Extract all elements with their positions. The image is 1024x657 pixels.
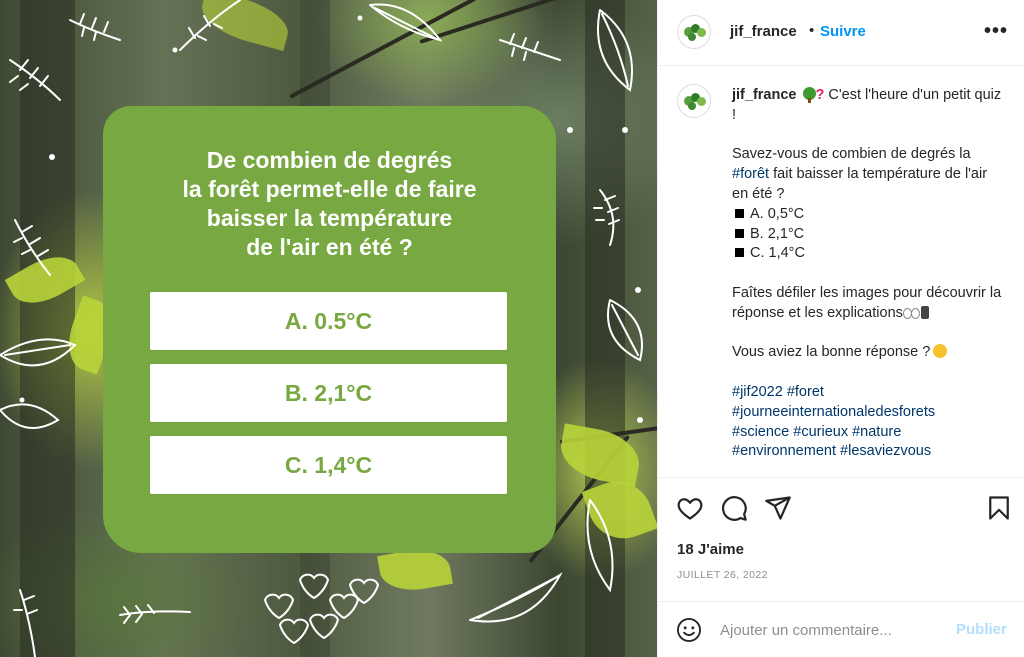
post-caption: jif_france ? C'est l'heure d'un petit qu… — [732, 86, 1002, 462]
bullet-square-icon — [735, 248, 744, 258]
caption-question-start: Savez-vous de combien de degrés la — [732, 146, 971, 163]
caption-option: A. 0,5°C — [750, 205, 805, 222]
hashtag-link[interactable]: #foret — [787, 384, 824, 400]
post-sidebar: jif_france • Suivre ••• jif_france ? C'e… — [657, 0, 1024, 657]
caption-area[interactable]: jif_france ? C'est l'heure d'un petit qu… — [658, 67, 1024, 477]
post-image[interactable]: De combien de degrés la forêt permet-ell… — [0, 0, 657, 657]
phone-emoji-icon — [920, 305, 929, 319]
bullet-square-icon — [735, 208, 744, 218]
avatar[interactable] — [677, 84, 711, 118]
header-separator: • — [809, 22, 815, 39]
question-line: de l'air en été ? — [246, 234, 413, 260]
post-actions: 18 J'aime JUILLET 26, 2022 — [658, 477, 1024, 601]
question-line: De combien de degrés — [206, 147, 453, 173]
hashtag-link[interactable]: #environnement — [732, 443, 836, 459]
bookmark-icon[interactable] — [985, 494, 1013, 522]
caption-question-end: fait baisser la température de l'air en … — [732, 166, 988, 202]
eyes-emoji-icon — [902, 307, 920, 319]
tree-trunk — [20, 0, 75, 657]
caption-username[interactable]: jif_france — [732, 87, 796, 103]
emoji-smiley-icon[interactable] — [676, 617, 702, 643]
comment-input[interactable] — [720, 618, 940, 642]
caption-option: B. 2,1°C — [750, 225, 805, 242]
answer-option-b: B. 2,1°C — [150, 364, 507, 422]
hashtag-link[interactable]: #journeeinternationaledesforets — [732, 404, 935, 420]
avatar[interactable] — [677, 15, 711, 49]
tree-emoji-icon — [802, 87, 816, 103]
hashtag-link[interactable]: #curieux — [793, 424, 848, 440]
more-options-icon[interactable]: ••• — [983, 16, 1009, 46]
hashtag-link[interactable]: #science — [732, 424, 789, 440]
question-mark-emoji-icon: ? — [815, 87, 825, 103]
post-date[interactable]: JUILLET 26, 2022 — [677, 569, 768, 581]
hashtag-link[interactable]: #jif2022 — [732, 384, 783, 400]
caption-scroll-text: Faîtes défiler les images pour découvrir… — [732, 284, 1002, 321]
hashtag-link[interactable]: #lesaviezvous — [840, 443, 931, 459]
quiz-card: De combien de degrés la forêt permet-ell… — [103, 106, 556, 553]
hashtag-link[interactable]: #nature — [852, 424, 901, 440]
quiz-question: De combien de degrés la forêt permet-ell… — [103, 146, 556, 262]
answer-option-c: C. 1,4°C — [150, 436, 507, 494]
publish-button[interactable]: Publier — [956, 621, 1007, 638]
likes-count[interactable]: 18 J'aime — [677, 541, 744, 558]
header-username[interactable]: jif_france — [730, 23, 797, 40]
question-line: baisser la température — [206, 205, 453, 231]
bullet-square-icon — [735, 228, 744, 238]
heart-icon[interactable] — [676, 494, 704, 522]
leaf — [196, 0, 294, 51]
tree-trunk — [585, 0, 625, 657]
share-icon[interactable] — [764, 494, 792, 522]
caption-option: C. 1,4°C — [750, 245, 805, 262]
question-line: la forêt permet-elle de faire — [182, 176, 477, 202]
follow-button[interactable]: Suivre — [820, 23, 866, 40]
hashtag-link[interactable]: #forêt — [732, 166, 769, 182]
post-header: jif_france • Suivre ••• — [658, 0, 1024, 66]
comment-bar: Publier — [658, 601, 1024, 657]
answer-option-a: A. 0.5°C — [150, 292, 507, 350]
comment-icon[interactable] — [720, 494, 748, 522]
caption-closing: Vous aviez la bonne réponse ? — [732, 344, 931, 361]
smile-emoji-icon — [933, 344, 948, 359]
